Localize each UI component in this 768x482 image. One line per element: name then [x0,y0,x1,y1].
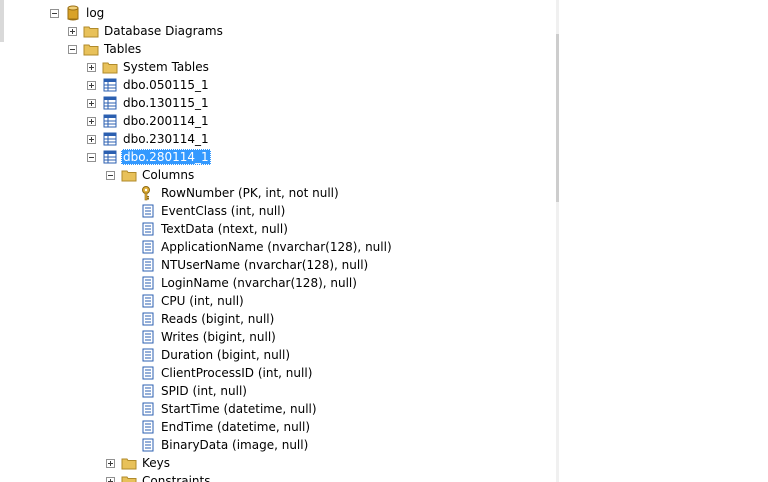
tree-left-border [0,0,4,42]
tree-node-tables[interactable]: Tables [68,40,143,58]
tree-node-label: BinaryData (image, null) [161,438,309,452]
column-icon [140,419,156,435]
tree-node-table[interactable]: dbo.230114_1 [87,130,211,148]
tree-node-constraints-folder[interactable]: Constraints [106,472,212,482]
expand-toggle-icon[interactable] [87,98,96,108]
tree-node-label: Columns [142,168,195,182]
tree-node-column[interactable]: Writes (bigint, null) [125,328,278,346]
tree-node-label: SPID (int, null) [161,384,247,398]
tree-node-label: EndTime (datetime, null) [161,420,311,434]
tree-node-column[interactable]: BinaryData (image, null) [125,436,310,454]
tree-node-label-selected: dbo.280114_1 [121,149,211,165]
tree-node-label: Database Diagrams [104,24,223,38]
tree-node-label: EventClass (int, null) [161,204,286,218]
tree-node-label: Keys [142,456,171,470]
tree-node-table[interactable]: dbo.130115_1 [87,94,211,112]
table-icon [102,77,118,93]
column-icon [140,293,156,309]
tree-node-label: Tables [104,42,142,56]
tree-node-label: Duration (bigint, null) [161,348,291,362]
table-icon [102,113,118,129]
tree-node-label: dbo.230114_1 [123,132,209,146]
tree-node-column[interactable]: RowNumber (PK, int, not null) [125,184,341,202]
column-icon [140,275,156,291]
table-icon [102,95,118,111]
tree-node-columns-folder[interactable]: Columns [106,166,196,184]
tree-node-column[interactable]: Duration (bigint, null) [125,346,292,364]
expand-toggle-icon[interactable] [68,26,77,36]
column-icon [140,221,156,237]
expand-toggle-icon[interactable] [87,134,96,144]
tree-node-column[interactable]: SPID (int, null) [125,382,249,400]
folder-icon [83,23,99,39]
database-icon [65,5,81,21]
tree-node-label: dbo.130115_1 [123,96,209,110]
tree-node-database-diagrams[interactable]: Database Diagrams [68,22,225,40]
tree-node-label: LoginName (nvarchar(128), null) [161,276,357,290]
table-icon [102,131,118,147]
tree-node-keys-folder[interactable]: Keys [106,454,172,472]
tree-node-label: Writes (bigint, null) [161,330,276,344]
tree-node-label: System Tables [123,60,209,74]
folder-icon [83,41,99,57]
tree-node-table[interactable]: dbo.200114_1 [87,112,211,130]
tree-node-column[interactable]: NTUserName (nvarchar(128), null) [125,256,370,274]
collapse-toggle-icon[interactable] [50,8,59,18]
tree-node-column[interactable]: ClientProcessID (int, null) [125,364,314,382]
expand-toggle-icon[interactable] [106,458,115,468]
tree-node-table-selected[interactable]: dbo.280114_1 [87,148,211,166]
tree-node-label: StartTime (datetime, null) [161,402,317,416]
tree-node-label: NTUserName (nvarchar(128), null) [161,258,369,272]
tree-node-column[interactable]: Reads (bigint, null) [125,310,276,328]
expand-toggle-icon[interactable] [106,476,115,482]
column-icon [140,347,156,363]
expand-toggle-icon[interactable] [87,116,96,126]
tree-node-label: ClientProcessID (int, null) [161,366,313,380]
expand-toggle-icon[interactable] [87,80,96,90]
column-icon [140,203,156,219]
column-icon [140,311,156,327]
tree-node-label: TextData (ntext, null) [161,222,288,236]
tree-node-column[interactable]: StartTime (datetime, null) [125,400,319,418]
collapse-toggle-icon[interactable] [87,152,96,162]
key-icon [140,185,156,201]
column-icon [140,329,156,345]
content-pane [559,0,768,482]
tree-node-label: CPU (int, null) [161,294,244,308]
column-icon [140,401,156,417]
column-icon [140,437,156,453]
tree-node-label: RowNumber (PK, int, not null) [161,186,339,200]
collapse-toggle-icon[interactable] [68,44,77,54]
tree-node-column[interactable]: EventClass (int, null) [125,202,287,220]
tree-node-column[interactable]: EndTime (datetime, null) [125,418,312,436]
tree-node-label: Constraints [142,474,211,482]
tree-node-column[interactable]: CPU (int, null) [125,292,246,310]
object-explorer-tree[interactable]: log Database Diagrams Tables System Tabl… [0,0,556,482]
tree-node-label: ApplicationName (nvarchar(128), null) [161,240,392,254]
column-icon [140,383,156,399]
tree-node-label: dbo.050115_1 [123,78,209,92]
tree-node-table[interactable]: dbo.050115_1 [87,76,211,94]
tree-node-system-tables[interactable]: System Tables [87,58,211,76]
tree-node-column[interactable]: TextData (ntext, null) [125,220,290,238]
column-icon [140,365,156,381]
collapse-toggle-icon[interactable] [106,170,115,180]
expand-toggle-icon[interactable] [87,62,96,72]
tree-node-database-log[interactable]: log [50,4,106,22]
column-icon [140,239,156,255]
folder-icon [121,167,137,183]
tree-node-column[interactable]: ApplicationName (nvarchar(128), null) [125,238,394,256]
folder-icon [121,455,137,471]
tree-node-label: dbo.200114_1 [123,114,209,128]
tree-node-column[interactable]: LoginName (nvarchar(128), null) [125,274,359,292]
folder-icon [102,59,118,75]
column-icon [140,257,156,273]
table-icon [102,149,118,165]
folder-icon [121,473,137,482]
tree-node-label: Reads (bigint, null) [161,312,275,326]
tree-node-label: log [86,6,105,20]
